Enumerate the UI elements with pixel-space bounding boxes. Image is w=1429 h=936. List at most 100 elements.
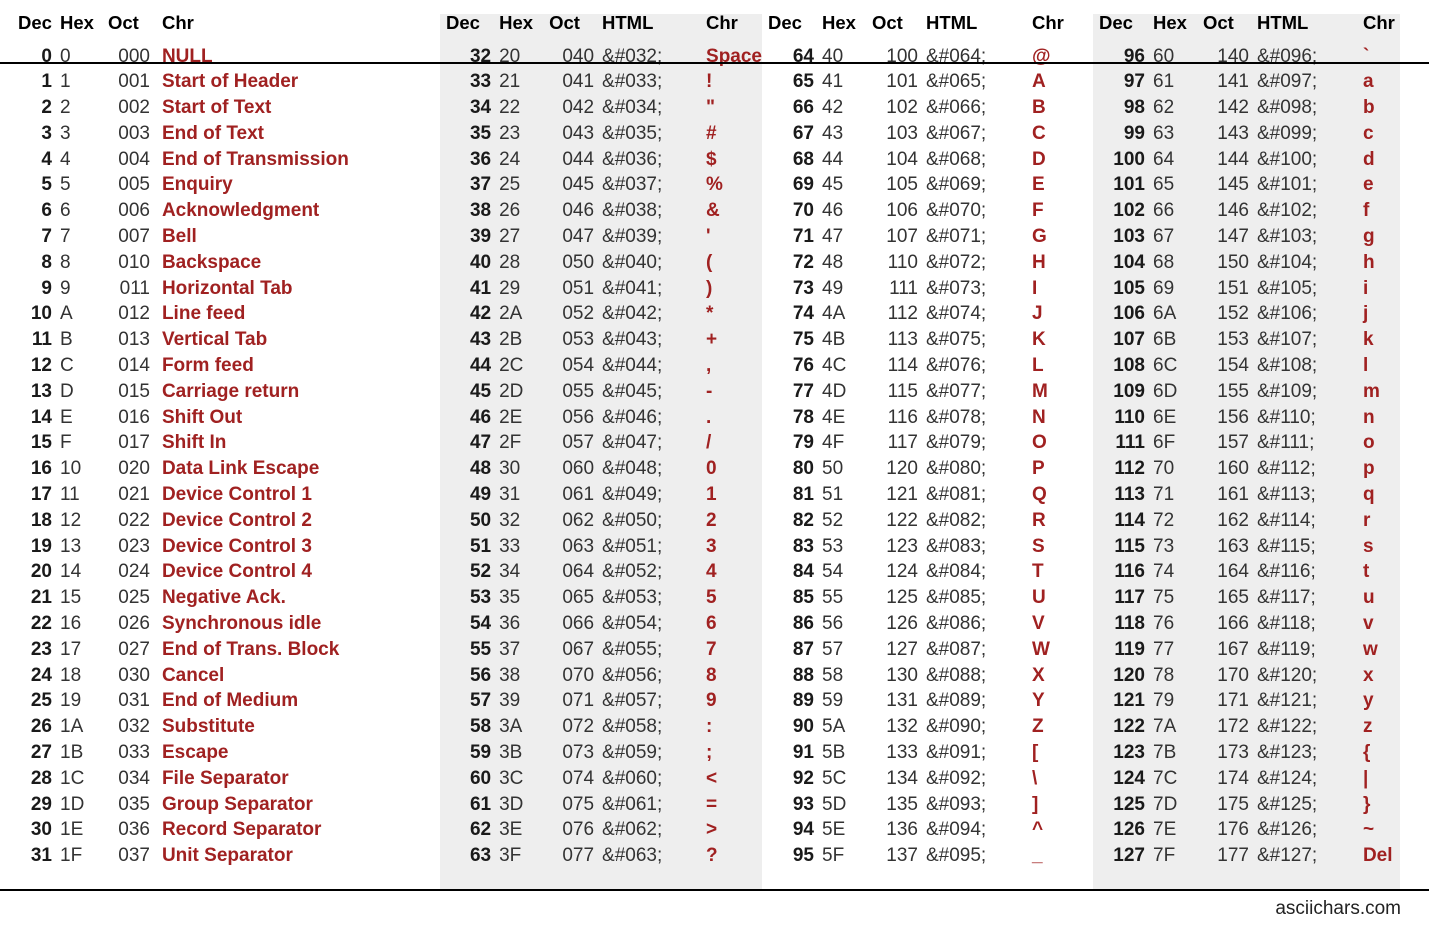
cell-oct: 161 xyxy=(1217,484,1249,506)
ascii-table-page: Dec Hex Oct Chr 0 0 000 NULL 1 1 001 Start of H… xyxy=(0,0,1429,936)
table-row: 117 75 165 &#117; u xyxy=(1099,585,1400,611)
cell-chr: Form feed xyxy=(161,355,254,377)
cell-dec: 79 xyxy=(792,432,814,454)
table-row: 61 3D 075 &#061; = xyxy=(446,792,762,818)
table-row: 78 4E 116 &#078; N xyxy=(768,405,1093,431)
table-row: 122 7A 172 &#122; z xyxy=(1099,714,1400,740)
cell-hex: 37 xyxy=(499,638,521,660)
cell-hex: 4 xyxy=(60,148,71,170)
cell-html: &#088; xyxy=(925,664,987,686)
cell-chr: e xyxy=(1362,174,1374,196)
cell-chr: $ xyxy=(706,148,717,170)
cell-chr: A xyxy=(1031,71,1046,93)
cell-hex: 10 xyxy=(60,458,82,480)
cell-chr: Vertical Tab xyxy=(161,329,268,351)
cell-oct: 054 xyxy=(562,355,595,377)
cell-oct: 151 xyxy=(1217,277,1249,299)
cell-dec: 65 xyxy=(792,71,814,93)
table-row: 16 10 020 Data Link Escape xyxy=(18,456,440,482)
cell-hex: 18 xyxy=(60,664,82,686)
footer-rule xyxy=(0,889,1429,891)
table-row: 96 60 140 &#096; ` xyxy=(1099,44,1400,70)
cell-html: &#037; xyxy=(602,174,663,196)
cell-dec: 60 xyxy=(469,767,492,789)
cell-html: &#123; xyxy=(1256,742,1318,764)
cell-oct: 117 xyxy=(887,432,918,454)
cell-dec: 45 xyxy=(469,380,492,402)
cell-dec: 83 xyxy=(792,535,814,557)
table-row: 114 72 162 &#114; r xyxy=(1099,508,1400,534)
table-row: 7 7 007 Bell xyxy=(18,224,440,250)
cell-dec: 42 xyxy=(469,303,492,325)
cell-hex: 41 xyxy=(822,71,844,93)
cell-html: &#105; xyxy=(1256,277,1318,299)
cell-hex: 55 xyxy=(822,587,844,609)
cell-oct: 070 xyxy=(562,664,595,686)
cell-hex: 6C xyxy=(1153,355,1178,377)
cell-chr: Acknowledgment xyxy=(161,200,320,222)
cell-chr: G xyxy=(1031,226,1047,248)
table-row: 79 4F 117 &#079; O xyxy=(768,430,1093,456)
cell-dec: 85 xyxy=(792,587,814,609)
cell-dec: 94 xyxy=(792,819,814,841)
cell-html: &#060; xyxy=(602,767,663,789)
table-row: 34 22 042 &#034; " xyxy=(446,95,762,121)
cell-hex: 30 xyxy=(499,458,521,480)
cell-chr: i xyxy=(1362,277,1369,299)
cell-html: &#063; xyxy=(602,845,663,867)
cell-oct: 106 xyxy=(886,200,918,222)
cell-oct: 010 xyxy=(118,251,150,273)
cell-html: &#057; xyxy=(602,690,663,712)
cell-dec: 25 xyxy=(30,690,52,712)
cell-oct: 105 xyxy=(886,174,918,196)
table-row: 112 70 160 &#112; p xyxy=(1099,456,1400,482)
table-row: 26 1A 032 Substitute xyxy=(18,714,440,740)
cell-oct: 167 xyxy=(1217,638,1249,660)
cell-html: &#071; xyxy=(925,226,987,248)
cell-chr: Bell xyxy=(161,226,197,248)
cell-dec: 91 xyxy=(792,742,814,764)
cell-oct: 037 xyxy=(118,845,150,867)
cell-dec: 118 xyxy=(1114,613,1145,635)
cell-html: &#120; xyxy=(1256,664,1318,686)
column-header-hex: Hex xyxy=(1153,12,1187,33)
cell-html: &#074; xyxy=(925,303,987,325)
cell-hex: 11 xyxy=(60,484,80,506)
cell-hex: 2A xyxy=(499,303,523,325)
table-row: 29 1D 035 Group Separator xyxy=(18,792,440,818)
cell-hex: 3F xyxy=(499,845,522,867)
cell-dec: 55 xyxy=(469,638,492,660)
table-row: 119 77 167 &#119; w xyxy=(1099,637,1400,663)
cell-hex: 26 xyxy=(499,200,521,222)
table-row: 27 1B 033 Escape xyxy=(18,740,440,766)
cell-dec: 78 xyxy=(792,406,814,428)
cell-oct: 030 xyxy=(118,664,150,686)
cell-oct: 047 xyxy=(562,226,595,248)
cell-html: &#055; xyxy=(602,638,663,660)
cell-dec: 41 xyxy=(469,277,492,299)
cell-hex: D xyxy=(60,380,74,402)
cell-hex: 50 xyxy=(822,458,844,480)
cell-dec: 4 xyxy=(41,148,52,170)
cell-dec: 77 xyxy=(792,380,814,402)
table-row: 46 2E 056 &#046;. xyxy=(446,405,762,431)
cell-oct: 060 xyxy=(562,458,595,480)
cell-chr: y xyxy=(1362,690,1374,712)
cell-html: &#044; xyxy=(602,355,663,377)
cell-oct: 032 xyxy=(118,716,150,738)
cell-chr: > xyxy=(706,819,718,841)
cell-html: &#049; xyxy=(602,484,663,506)
cell-dec: 120 xyxy=(1113,664,1145,686)
cell-chr: * xyxy=(706,303,714,325)
cell-html: &#081; xyxy=(925,484,987,506)
cell-chr: End of Text xyxy=(161,122,264,144)
cell-hex: 19 xyxy=(60,690,82,712)
cell-chr: < xyxy=(706,767,718,789)
cell-dec: 74 xyxy=(792,303,814,325)
table-row: 80 50 120 &#080; P xyxy=(768,456,1093,482)
cell-dec: 103 xyxy=(1113,226,1145,248)
cell-oct: 142 xyxy=(1217,97,1249,119)
cell-html: &#052; xyxy=(602,561,663,583)
cell-html: &#061; xyxy=(602,793,663,815)
cell-chr: ` xyxy=(1362,45,1370,67)
